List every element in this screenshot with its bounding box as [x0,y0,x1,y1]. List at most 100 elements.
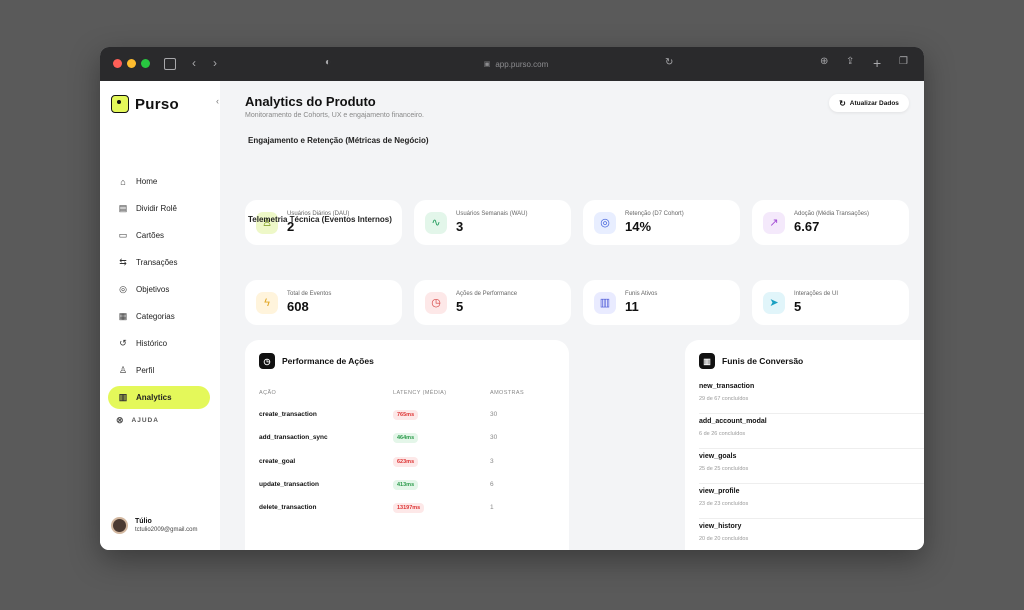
share-icon[interactable]: ⇪ [846,57,854,67]
stat-value: 3 [456,219,464,234]
history-icon: ↺ [119,338,127,348]
bar-chart-icon: ▥ [699,353,715,369]
funnel-completion: 6 de 26 concluídos [699,431,746,437]
bar-chart-icon: ▥ [118,392,128,402]
stat-card-usuarios-semanais-wau: ∿ Usuários Semanais (WAU) 3 [414,200,571,245]
sidebar-item-historico[interactable]: ↺ Histórico [108,332,210,355]
stat-card-total-de-eventos: ϟ Total de Eventos 608 [245,280,402,325]
sidebar-item-perfil[interactable]: ♙ Perfil [108,359,210,382]
stopwatch-icon: ◷ [425,291,447,314]
stat-label: Usuários Semanais (WAU) [456,211,528,217]
tabs-overview-icon[interactable]: ❐ [899,57,908,67]
url-text: app.purso.com [495,59,549,69]
sidebar-item-analytics[interactable]: ▥ Analytics [108,386,210,409]
refresh-label: Atualizar Dados [849,99,899,107]
transfer-icon: ⇆ [119,257,127,267]
user-icon: ♙ [118,365,128,375]
latency-badge: 765ms [393,410,419,420]
forward-icon[interactable]: › [213,57,217,69]
sidebar-item-objetivos[interactable]: ◎ Objetivos [108,278,210,301]
stat-card-acoes-de-performance: ◷ Ações de Performance 5 [414,280,571,325]
stat-card-adocao-media-transacoes: ↗ Adoção (Média Transações) 6.67 [752,200,909,245]
stat-label: Funis Ativos [625,291,658,297]
latency-badge: 623ms [393,456,419,467]
latency-badge: 413ms [393,479,419,490]
col-action: AÇÃO [259,390,277,396]
sidebar-item-label: Dividir Rolê [136,204,177,213]
latency-badge: 464ms [393,433,419,444]
browser-window: ‹ › ◐ ▣ app.purso.com ↻ ⊕ ⇪ + ❐ Purso ‹ … [100,47,924,550]
new-tab-icon[interactable]: + [873,56,881,70]
reload-icon[interactable]: ↻ [665,58,673,68]
funnel-name: new_transaction [699,383,755,390]
address-bar[interactable]: ▣ app.purso.com [346,54,686,74]
receipt-icon: ▤ [118,203,128,213]
sidebar: Purso ‹ ⌂ Home ▤ Dividir Rolê ▭ Cartões ⇆ Trans… [100,81,220,550]
funnel-completion: 20 de 20 concluídos [699,536,749,542]
funnels-title: Funis de Conversão [722,356,804,366]
funnel-row: view_history20 de 20 concluídos100% [699,519,924,550]
table-cell-action: create_goal [259,457,296,465]
col-latency: LATENCY (MÉDIA) [393,390,447,396]
maximize-window-button[interactable] [141,59,150,68]
refresh-button[interactable]: ↻ Atualizar Dados [829,94,909,112]
sidebar-item-cartoes[interactable]: ▭ Cartões [108,224,210,247]
user-email: tctulio2009@gmail.com [135,527,198,533]
sidebar-item-label: Perfil [136,366,155,375]
table-cell-action: add_transaction_sync [259,434,328,442]
sidebar-item-categorias[interactable]: ▦ Categorias [108,305,210,328]
stat-label: Ações de Performance [456,291,518,297]
business-section-title: Engajamento e Retenção (Métricas de Negó… [248,136,429,145]
page-subtitle: Monitoramento de Cohorts, UX e engajamen… [245,112,424,119]
help-link[interactable]: ⊗ AJUDA [116,415,159,426]
shield-icon[interactable]: ◐ [325,58,331,68]
stat-value: 608 [287,299,309,314]
avatar [111,517,128,534]
trending-up-icon: ↗ [763,211,785,234]
sidebar-item-label: Categorias [136,312,175,321]
target-icon: ◎ [119,284,127,294]
stat-label: Interações de UI [794,291,839,297]
help-icon: ⊗ [116,415,125,425]
user-profile[interactable]: Túlio tctulio2009@gmail.com [111,517,197,534]
grid-icon: ▦ [118,311,128,321]
funnel-name: view_profile [699,488,740,495]
table-cell-samples: 30 [490,434,498,442]
funnel-name: view_history [699,523,742,530]
table-cell-samples: 1 [490,504,494,512]
table-cell-samples: 6 [490,480,494,488]
sidebar-item-label: Histórico [136,339,168,348]
table-cell-action: create_transaction [259,411,317,418]
stat-card-retencao-d7-cohort: ◎ Retenção (D7 Cohort) 14% [583,200,740,245]
brand-logo[interactable]: Purso [111,95,179,113]
funnel-name: add_account_modal [699,418,767,425]
funnel-name: view_goals [699,453,737,460]
funnel-row: view_goals25 de 25 concluídos100% [699,449,924,484]
col-samples: AMOSTRAS [490,390,525,396]
sidebar-item-dividir-role[interactable]: ▤ Dividir Rolê [108,197,210,220]
lock-icon: ▣ [483,61,491,68]
tech-section-title: Telemetria Técnica (Eventos Internos) [248,215,392,224]
sidebar-item-transacoes[interactable]: ⇆ Transações [108,251,210,274]
close-window-button[interactable] [113,59,122,68]
refresh-icon: ↻ [839,98,846,108]
help-label: AJUDA [131,417,159,424]
table-cell-samples: 3 [490,457,494,465]
sidebar-item-label: Transações [136,258,178,267]
purso-logo-icon [111,95,129,113]
funnel-row: new_transaction29 de 67 concluídos43% [699,379,924,414]
brand-name: Purso [135,95,180,113]
target-icon: ◎ [594,211,616,234]
stat-value: 5 [794,299,802,314]
sidebar-item-label: Home [136,177,158,186]
bolt-icon: ϟ [256,291,278,314]
stat-value: 5 [456,299,464,314]
collapse-sidebar-icon[interactable]: ‹ [216,96,219,106]
latency-badge: 13197ms [393,503,425,514]
minimize-window-button[interactable] [127,59,136,68]
stopwatch-icon: ◷ [259,353,275,369]
sidebar-item-home[interactable]: ⌂ Home [108,170,210,193]
download-icon[interactable]: ⊕ [820,57,828,67]
sidebar-toggle-icon[interactable] [164,58,176,70]
back-icon[interactable]: ‹ [192,57,196,69]
